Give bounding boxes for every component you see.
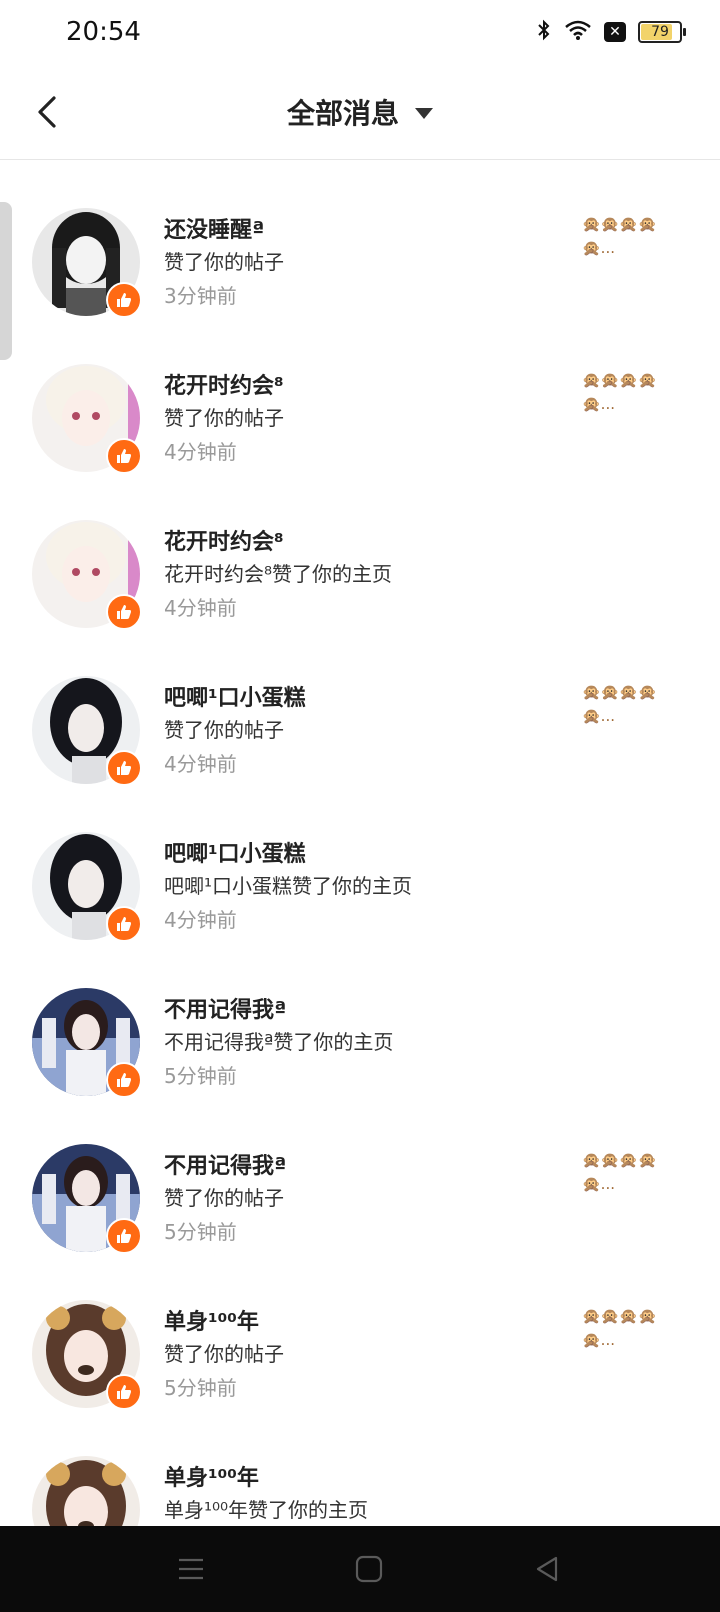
title-dropdown[interactable]: 全部消息 [0, 92, 720, 132]
back-triangle-icon [536, 1556, 558, 1582]
message-action: 花开时约会⁸赞了你的主页 [164, 562, 393, 586]
sender-name[interactable]: 单身¹⁰⁰年 [164, 1304, 259, 1336]
message-time: 5分钟前 [164, 1376, 237, 1400]
menu-button[interactable] [174, 1552, 208, 1586]
thumbs-up-badge [106, 1374, 142, 1410]
list-item[interactable]: 花开时约会⁸ 花开时约会⁸赞了你的主页 4分钟前 [0, 520, 720, 676]
list-item[interactable]: 单身¹⁰⁰年 赞了你的帖子 5分钟前 🙊🙊🙊🙊🙊... [0, 1300, 720, 1456]
thumbs-up-icon [117, 1073, 131, 1087]
thumbs-up-badge [106, 906, 142, 942]
header: 全部消息 [0, 66, 720, 160]
message-action: 赞了你的帖子 [164, 406, 284, 430]
nav-back-button[interactable] [530, 1552, 564, 1586]
list-item[interactable]: 单身¹⁰⁰年 单身¹⁰⁰年赞了你的主页 [0, 1456, 720, 1526]
page-title: 全部消息 [286, 97, 399, 130]
thumbs-up-icon [117, 1229, 131, 1243]
thumbs-up-icon [117, 917, 131, 931]
post-preview[interactable]: 🙊🙊🙊🙊🙊... [582, 1304, 680, 1352]
message-action: 赞了你的帖子 [164, 718, 284, 742]
thumbs-up-badge [106, 1218, 142, 1254]
message-time: 4分钟前 [164, 596, 237, 620]
home-square-icon [355, 1555, 383, 1583]
post-preview[interactable]: 🙊🙊🙊🙊🙊... [582, 212, 680, 260]
thumbs-up-badge [106, 594, 142, 630]
battery-level: 79 [651, 24, 669, 40]
message-time: 5分钟前 [164, 1220, 237, 1244]
thumbs-up-badge [106, 750, 142, 786]
sender-name[interactable]: 花开时约会⁸ [164, 368, 284, 400]
message-action: 赞了你的帖子 [164, 250, 284, 274]
menu-icon [179, 1558, 203, 1580]
thumbs-up-icon [117, 293, 131, 307]
sender-name[interactable]: 单身¹⁰⁰年 [164, 1460, 259, 1492]
message-time: 4分钟前 [164, 752, 237, 776]
avatar[interactable] [32, 1456, 140, 1526]
sender-name[interactable]: 吧唧¹口小蛋糕 [164, 836, 306, 868]
message-time: 4分钟前 [164, 440, 237, 464]
sender-name[interactable]: 还没睡醒ª [164, 212, 264, 244]
status-bar: 20:54 ✕ 79 [0, 0, 720, 66]
message-action: 单身¹⁰⁰年赞了你的主页 [164, 1498, 369, 1522]
thumbs-up-badge [106, 438, 142, 474]
message-action: 赞了你的帖子 [164, 1342, 284, 1366]
thumbs-up-icon [117, 1385, 131, 1399]
list-item[interactable]: 吧唧¹口小蛋糕 赞了你的帖子 4分钟前 🙊🙊🙊🙊🙊... [0, 676, 720, 832]
sender-name[interactable]: 不用记得我ª [164, 1148, 286, 1180]
wifi-icon [564, 19, 592, 45]
message-time: 4分钟前 [164, 908, 237, 932]
list-item[interactable]: 花开时约会⁸ 赞了你的帖子 4分钟前 🙊🙊🙊🙊🙊... [0, 364, 720, 520]
thumbs-up-badge [106, 282, 142, 318]
sender-name[interactable]: 吧唧¹口小蛋糕 [164, 680, 306, 712]
status-icons: ✕ 79 [536, 18, 686, 46]
thumbs-up-badge [106, 1062, 142, 1098]
system-nav-bar [0, 1526, 720, 1612]
message-time: 5分钟前 [164, 1064, 237, 1088]
list-item[interactable]: 还没睡醒ª 赞了你的帖子 3分钟前 🙊🙊🙊🙊🙊... [0, 208, 720, 364]
list-item[interactable]: 吧唧¹口小蛋糕 吧唧¹口小蛋糕赞了你的主页 4分钟前 [0, 832, 720, 988]
home-button[interactable] [352, 1552, 386, 1586]
thumbs-up-icon [117, 761, 131, 775]
thumbs-up-icon [117, 449, 131, 463]
message-list[interactable]: 还没睡醒ª 赞了你的帖子 3分钟前 🙊🙊🙊🙊🙊... 花开时约会⁸ 赞了你的帖子… [0, 160, 720, 1526]
battery-icon: 79 [638, 21, 686, 43]
post-preview[interactable]: 🙊🙊🙊🙊🙊... [582, 680, 680, 728]
notification-x-icon: ✕ [604, 22, 626, 42]
list-item[interactable]: 不用记得我ª 赞了你的帖子 5分钟前 🙊🙊🙊🙊🙊... [0, 1144, 720, 1300]
sender-name[interactable]: 不用记得我ª [164, 992, 286, 1024]
message-action: 赞了你的帖子 [164, 1186, 284, 1210]
message-action: 不用记得我ª赞了你的主页 [164, 1030, 394, 1054]
sender-name[interactable]: 花开时约会⁸ [164, 524, 284, 556]
bluetooth-icon [536, 18, 552, 46]
thumbs-up-icon [117, 605, 131, 619]
message-action: 吧唧¹口小蛋糕赞了你的主页 [164, 874, 413, 898]
list-item[interactable]: 不用记得我ª 不用记得我ª赞了你的主页 5分钟前 [0, 988, 720, 1144]
message-time: 3分钟前 [164, 284, 237, 308]
status-time: 20:54 [66, 17, 141, 47]
post-preview[interactable]: 🙊🙊🙊🙊🙊... [582, 1148, 680, 1196]
caret-down-icon [415, 107, 433, 119]
post-preview[interactable]: 🙊🙊🙊🙊🙊... [582, 368, 680, 416]
